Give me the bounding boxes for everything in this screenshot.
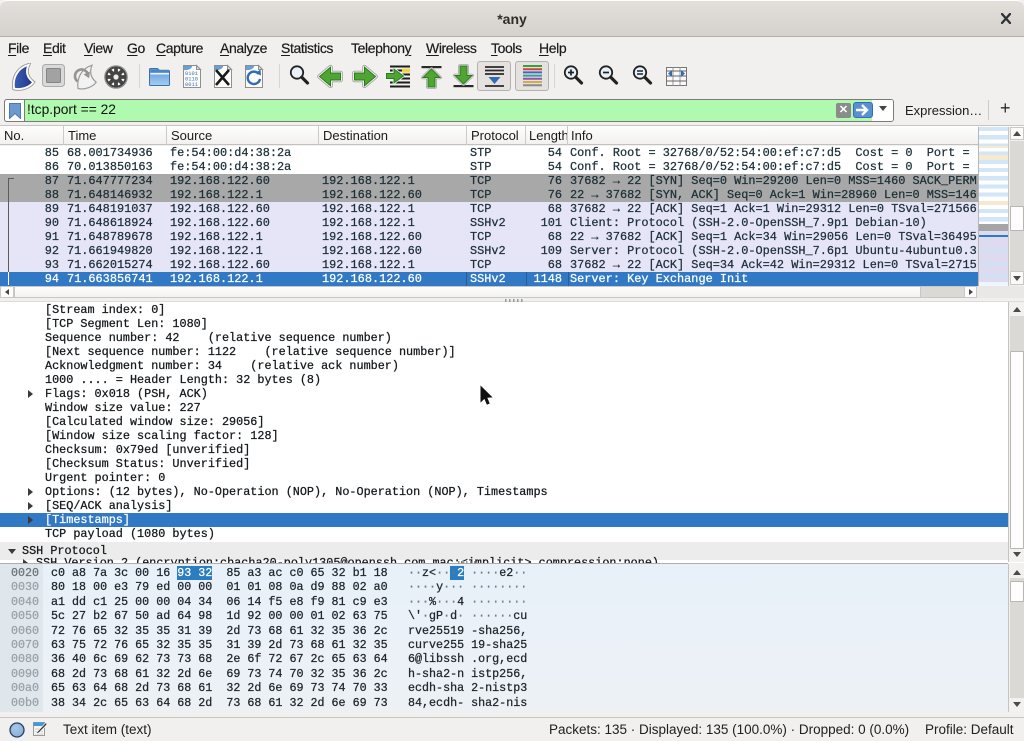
svg-text:0011: 0011 xyxy=(185,82,198,88)
